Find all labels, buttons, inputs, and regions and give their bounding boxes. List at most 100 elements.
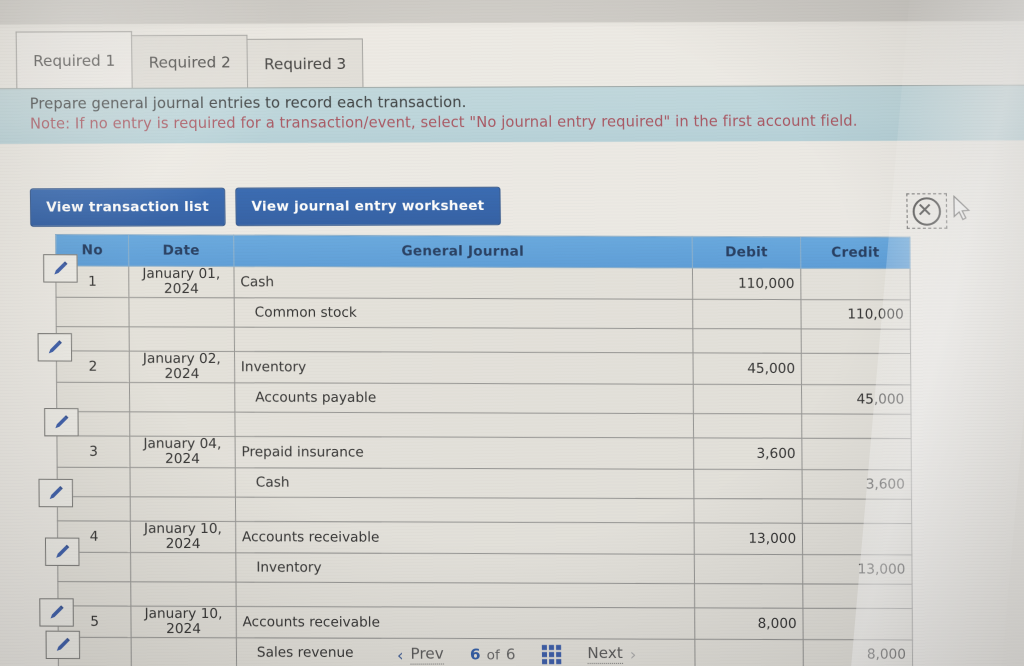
edit-row-button[interactable] (38, 478, 74, 508)
cell-debit[interactable]: 3,600 (693, 437, 803, 470)
next-page-button[interactable]: Next › (587, 643, 637, 665)
column-header-credit: Credit (800, 236, 911, 269)
pencil-icon (54, 261, 68, 275)
next-page-label: Next (587, 643, 623, 665)
cell-account[interactable] (235, 582, 695, 608)
current-page-number: 6 (469, 645, 481, 664)
edit-row-button[interactable] (44, 537, 80, 566)
cell-debit[interactable] (692, 413, 803, 439)
cell-account[interactable]: Accounts receivable (235, 521, 694, 555)
cell-credit[interactable] (802, 498, 912, 524)
cell-debit[interactable] (692, 299, 802, 329)
cell-date[interactable] (130, 496, 236, 522)
cell-account[interactable]: Prepaid insurance (234, 436, 694, 470)
app-page: Required 1 Required 2 Required 3 Prepare… (0, 24, 1024, 666)
cell-no[interactable] (56, 297, 130, 327)
cell-credit[interactable] (801, 413, 912, 439)
column-header-date: Date (128, 234, 234, 267)
pencil-icon (50, 605, 64, 619)
cell-date[interactable] (130, 581, 236, 607)
required-tabs: Required 1 Required 2 Required 3 (15, 28, 364, 89)
cell-date[interactable] (129, 382, 235, 413)
grid-3x3-icon[interactable] (541, 644, 562, 664)
cell-account[interactable]: Common stock (233, 297, 693, 329)
edit-row-button[interactable] (44, 408, 79, 437)
cell-date[interactable]: January 10, 2024 (131, 606, 237, 638)
cell-credit[interactable] (802, 523, 912, 555)
mouse-cursor-icon (953, 195, 971, 221)
cell-account[interactable]: Cash (234, 467, 694, 499)
cell-debit[interactable]: 110,000 (691, 267, 802, 300)
cell-credit[interactable]: 110,000 (801, 299, 911, 330)
cell-account[interactable]: Accounts payable (234, 382, 693, 414)
close-button[interactable] (906, 193, 948, 229)
tab-required-2-label: Required 2 (148, 52, 231, 72)
cell-debit[interactable] (693, 469, 803, 499)
tab-required-2[interactable]: Required 2 (131, 34, 249, 88)
table-row: 1 January 01, 2024 Cash 110,000 (55, 266, 911, 300)
pencil-icon (49, 485, 63, 500)
cell-credit[interactable] (803, 583, 913, 609)
cell-date[interactable]: January 10, 2024 (130, 521, 236, 553)
total-page-number: 6 (505, 645, 516, 664)
edit-row-button[interactable] (37, 333, 73, 362)
cell-debit[interactable]: 13,000 (693, 522, 803, 555)
cell-date[interactable]: January 02, 2024 (129, 351, 235, 383)
table-row: Accounts payable 45,000 (56, 382, 911, 415)
table-spacer-row (57, 581, 913, 609)
cell-date[interactable]: January 01, 2024 (128, 266, 234, 298)
tab-required-3[interactable]: Required 3 (246, 38, 364, 88)
tab-required-1[interactable]: Required 1 (15, 31, 133, 89)
edit-row-button[interactable] (39, 598, 74, 627)
cell-credit[interactable] (802, 438, 912, 470)
cell-account[interactable] (234, 412, 694, 438)
cell-date[interactable] (130, 467, 236, 498)
column-header-general-journal: General Journal (233, 235, 692, 268)
view-journal-entry-worksheet-button[interactable]: View journal entry worksheet (235, 186, 501, 227)
prev-page-button[interactable]: ‹ Prev (397, 644, 444, 665)
cell-debit[interactable] (693, 498, 803, 524)
cell-account[interactable] (235, 497, 694, 523)
edit-row-button[interactable] (43, 254, 78, 283)
page-of-label: of (486, 647, 500, 664)
view-transaction-list-button[interactable]: View transaction list (29, 187, 226, 227)
cell-date[interactable] (129, 326, 235, 352)
cell-credit[interactable] (800, 268, 911, 300)
cell-date[interactable] (129, 297, 235, 328)
cell-account[interactable]: Inventory (234, 351, 693, 385)
cell-date[interactable]: January 04, 2024 (129, 436, 235, 468)
cell-debit[interactable] (694, 583, 804, 609)
cell-credit[interactable] (801, 353, 911, 385)
cell-date[interactable] (130, 552, 236, 583)
table-spacer-row (56, 411, 912, 439)
table-header-row: No Date General Journal Debit Credit (55, 234, 911, 269)
general-journal-table: No Date General Journal Debit Credit 1 Ja… (55, 234, 913, 666)
pencil-icon (48, 340, 62, 354)
cell-no[interactable]: 3 (56, 435, 131, 468)
instruction-bar: Prepare general journal entries to recor… (0, 84, 1024, 144)
chevron-right-icon: › (629, 644, 637, 664)
cell-date[interactable] (129, 411, 235, 437)
cell-debit[interactable]: 45,000 (692, 352, 802, 385)
cell-account[interactable]: Inventory (235, 552, 695, 584)
cell-credit[interactable]: 13,000 (802, 554, 913, 585)
column-header-debit: Debit (691, 236, 801, 269)
pencil-icon (56, 544, 70, 558)
tab-required-3-label: Required 3 (264, 54, 347, 73)
table-row: 4 January 10, 2024 Accounts receivable 13,00… (57, 521, 912, 555)
table-row: Common stock 110,000 (56, 297, 911, 330)
pencil-icon (55, 415, 69, 429)
cell-debit[interactable] (692, 384, 802, 414)
instruction-note: Note: If no entry is required for a tran… (29, 113, 858, 133)
cell-credit[interactable]: 3,600 (802, 469, 912, 500)
pagination-bar: ‹ Prev 6 of 6 Next › (0, 632, 1024, 666)
table-row: Cash 3,600 (57, 467, 912, 500)
cell-credit[interactable]: 45,000 (801, 384, 911, 415)
cell-credit[interactable] (801, 328, 911, 354)
cell-account[interactable] (234, 327, 693, 353)
cell-debit[interactable] (693, 554, 804, 584)
table-row: 3 January 04, 2024 Prepaid insurance 3,600 (56, 435, 912, 470)
table-row: Inventory 13,000 (57, 552, 913, 585)
cell-account[interactable]: Cash (233, 266, 693, 300)
cell-debit[interactable] (692, 328, 802, 354)
